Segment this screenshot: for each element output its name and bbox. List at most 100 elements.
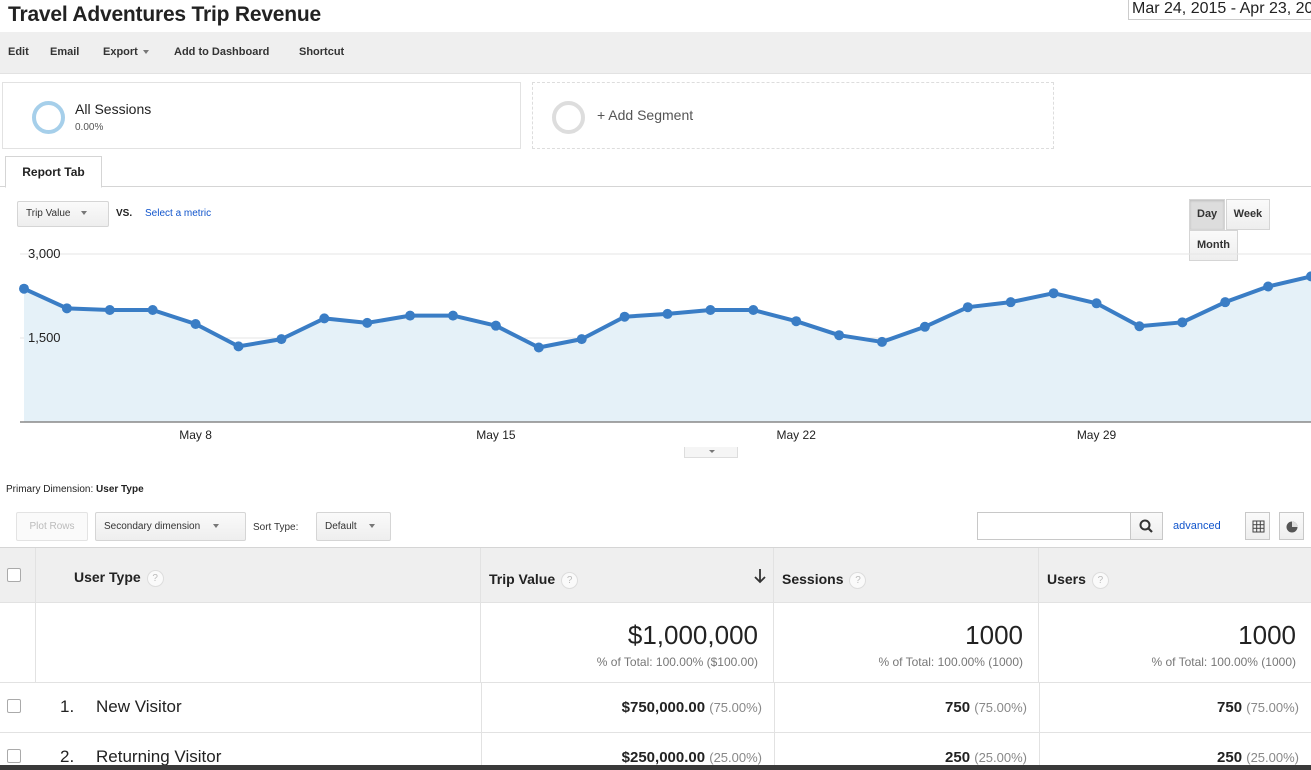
row-users-pct: (25.00%) bbox=[1246, 750, 1299, 765]
segment-bar: All Sessions 0.00% + Add Segment bbox=[0, 80, 1311, 154]
row-users-cell: 750 (75.00%) bbox=[1039, 683, 1311, 732]
add-segment-label: + Add Segment bbox=[597, 107, 694, 123]
totals-checkbox-cell bbox=[0, 603, 36, 682]
tab-report[interactable]: Report Tab bbox=[5, 156, 102, 188]
date-range-picker[interactable]: Mar 24, 2015 - Apr 23, 2015 bbox=[1128, 0, 1311, 20]
row-checkbox-cell bbox=[0, 683, 36, 732]
data-point bbox=[1263, 281, 1274, 292]
row-trip-value-pct: (25.00%) bbox=[709, 750, 762, 765]
row-trip-value-amount: $250,000.00 bbox=[621, 749, 706, 766]
row-trip-value-pct: (75.00%) bbox=[709, 700, 762, 715]
column-header-sessions[interactable]: Sessions? bbox=[774, 548, 1039, 602]
total-sessions: 1000 bbox=[965, 620, 1023, 650]
sort-type-select[interactable]: Default bbox=[316, 512, 391, 541]
time-granularity-toggle: Day Week Month bbox=[1189, 199, 1311, 261]
grid-icon bbox=[1252, 520, 1265, 533]
chevron-down-icon bbox=[369, 524, 376, 529]
x-tick-label: May 29 bbox=[1077, 428, 1117, 442]
help-icon[interactable]: ? bbox=[1091, 571, 1109, 589]
row-users-count: 250 bbox=[1217, 749, 1243, 766]
data-point bbox=[1177, 317, 1188, 328]
total-users-cell: 1000 % of Total: 100.00% (1000) bbox=[1039, 603, 1311, 682]
x-tick-label: May 15 bbox=[476, 428, 516, 442]
row-users: 250 (25.00%) bbox=[1217, 749, 1299, 766]
data-point bbox=[533, 342, 544, 353]
data-point bbox=[276, 334, 287, 345]
metric-select-value: Trip Value bbox=[26, 208, 71, 219]
row-user-type[interactable]: New Visitor bbox=[96, 697, 182, 717]
collapse-chart-handle[interactable] bbox=[684, 447, 738, 458]
action-toolbar: Edit Email Export Add to Dashboard Short… bbox=[0, 32, 1311, 74]
help-icon[interactable]: ? bbox=[146, 569, 164, 587]
total-sessions-pct: % of Total: 100.00% (1000) bbox=[878, 655, 1023, 669]
data-point bbox=[104, 305, 115, 315]
chevron-down-icon bbox=[81, 211, 88, 216]
edit-button[interactable]: Edit bbox=[8, 46, 29, 58]
segment-all-sessions[interactable]: All Sessions 0.00% bbox=[2, 82, 521, 149]
data-point bbox=[405, 310, 416, 321]
total-trip-value: $1,000,000 bbox=[627, 620, 758, 650]
row-checkbox[interactable] bbox=[7, 699, 21, 713]
data-point bbox=[1134, 321, 1145, 332]
search-icon bbox=[1139, 519, 1153, 533]
table-row[interactable]: 1. New Visitor $750,000.00 (75.00%) 750 … bbox=[0, 683, 1311, 733]
secondary-dimension-label: Secondary dimension bbox=[104, 521, 201, 532]
help-icon[interactable]: ? bbox=[849, 571, 867, 589]
data-point bbox=[662, 308, 673, 319]
pie-view-button[interactable] bbox=[1279, 512, 1304, 540]
row-trip-value-amount: $750,000.00 bbox=[621, 699, 706, 716]
add-segment-button[interactable]: + Add Segment bbox=[532, 82, 1054, 149]
table-search-input[interactable] bbox=[977, 512, 1131, 540]
table-search-button[interactable] bbox=[1131, 512, 1163, 540]
row-sessions-pct: (75.00%) bbox=[974, 700, 1027, 715]
select-all-cell bbox=[0, 548, 36, 602]
total-users: 1000 bbox=[1238, 620, 1296, 650]
row-trip-value: $750,000.00 (75.00%) bbox=[622, 699, 762, 716]
y-tick-label: 3,000 bbox=[28, 246, 61, 261]
x-tick-label: May 22 bbox=[777, 428, 817, 442]
data-point bbox=[19, 283, 29, 294]
export-button[interactable]: Export bbox=[103, 46, 149, 58]
data-point bbox=[962, 302, 973, 313]
plot-rows-button[interactable]: Plot Rows bbox=[16, 512, 88, 541]
row-rank: 2. bbox=[60, 747, 75, 766]
column-header-label: Trip Value bbox=[489, 571, 556, 587]
row-sessions-pct: (25.00%) bbox=[974, 750, 1027, 765]
column-header-user-type[interactable]: User Type? bbox=[36, 548, 481, 602]
data-point bbox=[362, 317, 373, 328]
pie-chart-icon bbox=[1286, 521, 1298, 533]
row-trip-value: $250,000.00 (25.00%) bbox=[622, 749, 762, 766]
add-to-dashboard-button[interactable]: Add to Dashboard bbox=[174, 46, 269, 58]
row-sessions-count: 250 bbox=[945, 749, 971, 766]
sort-type-value: Default bbox=[325, 521, 357, 532]
shortcut-button[interactable]: Shortcut bbox=[299, 46, 344, 58]
column-header-trip-value[interactable]: Trip Value? bbox=[481, 548, 774, 602]
data-point bbox=[877, 336, 887, 347]
total-users-pct: % of Total: 100.00% (1000) bbox=[1151, 655, 1296, 669]
trip-value-area bbox=[24, 276, 1311, 422]
metric-select[interactable]: Trip Value bbox=[17, 201, 109, 227]
data-point bbox=[61, 303, 72, 314]
row-user-type[interactable]: Returning Visitor bbox=[96, 747, 221, 767]
email-button[interactable]: Email bbox=[50, 46, 79, 58]
trip-value-chart: 3,000 1,500 May 8 May 15 May 22 May 29 bbox=[0, 240, 1311, 462]
week-button[interactable]: Week bbox=[1225, 199, 1271, 230]
data-point bbox=[1091, 298, 1102, 309]
versus-label: VS. bbox=[116, 208, 133, 219]
day-button[interactable]: Day bbox=[1189, 199, 1226, 230]
advanced-filter-link[interactable]: advanced bbox=[1173, 520, 1221, 532]
table-view-button[interactable] bbox=[1245, 512, 1270, 540]
select-all-checkbox[interactable] bbox=[7, 568, 21, 582]
row-rank: 1. bbox=[60, 697, 75, 716]
primary-dimension-value[interactable]: User Type bbox=[96, 484, 144, 495]
select-metric-link[interactable]: Select a metric bbox=[145, 208, 211, 219]
totals-label-cell bbox=[36, 603, 481, 682]
column-header-users[interactable]: Users? bbox=[1039, 548, 1311, 602]
data-point bbox=[1220, 297, 1231, 308]
row-checkbox[interactable] bbox=[7, 749, 21, 763]
data-point bbox=[619, 311, 630, 322]
data-point bbox=[1048, 288, 1059, 299]
help-icon[interactable]: ? bbox=[561, 571, 579, 589]
secondary-dimension-select[interactable]: Secondary dimension bbox=[95, 512, 246, 541]
primary-dimension: Primary Dimension: User Type bbox=[6, 484, 144, 495]
